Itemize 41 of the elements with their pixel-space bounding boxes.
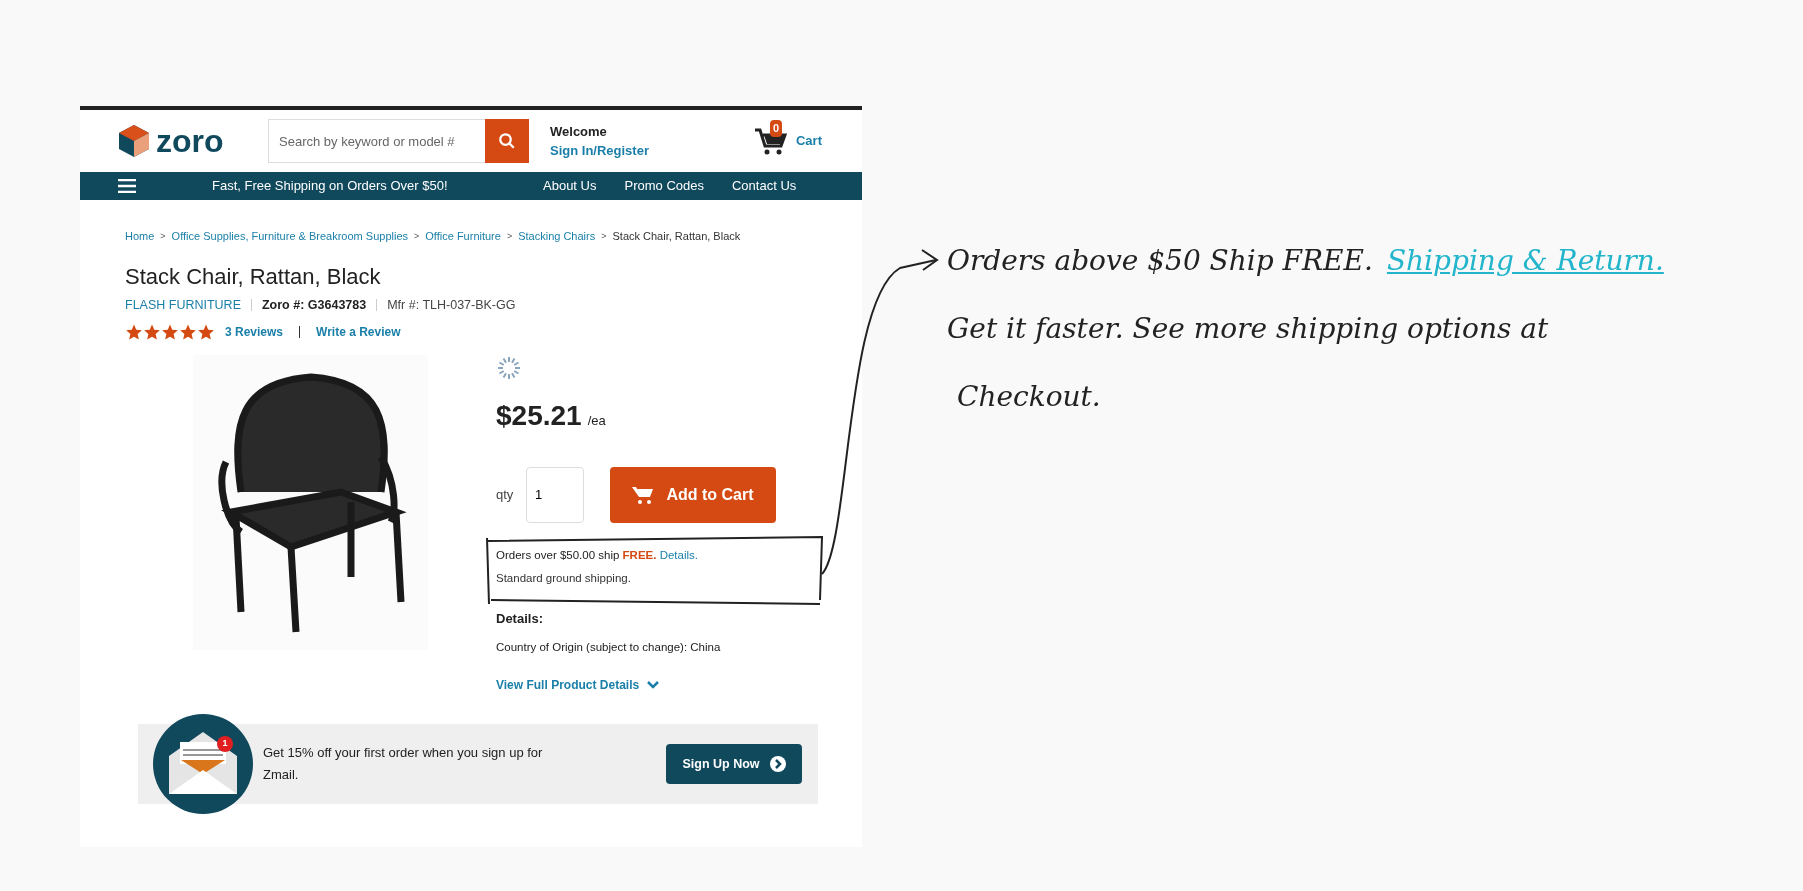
handwritten-note: Orders above $50 Ship FREE.	[947, 243, 1373, 279]
sign-in-link[interactable]: Sign In/Register	[550, 141, 649, 161]
write-review-link[interactable]: Write a Review	[316, 322, 401, 341]
breadcrumb-link[interactable]: Stacking Chairs	[518, 228, 596, 245]
add-to-cart-button[interactable]: Add to Cart	[610, 466, 776, 523]
shipping-note: Standard ground shipping.	[496, 571, 632, 586]
price-unit: /ea	[587, 411, 606, 430]
quantity-label: qty	[496, 486, 515, 504]
logo-text: zoro	[156, 125, 224, 157]
breadcrumb-separator: >	[414, 229, 420, 243]
handwritten-note: Checkout.	[957, 379, 1102, 415]
welcome-text: Welcome	[550, 122, 608, 141]
breadcrumb-link[interactable]: Home	[125, 228, 155, 245]
cart-link[interactable]: Cart	[796, 131, 822, 151]
price-text: $25.21	[496, 398, 582, 433]
details-link[interactable]: Details.	[659, 548, 698, 561]
manufacturer-number: Mfr #: TLH-037-BK-GG	[387, 297, 516, 314]
brand-link[interactable]: FLASH FURNITURE	[125, 296, 241, 315]
shipping-info-text: Orders over $50.00 ship FREE. Details.	[496, 547, 699, 563]
breadcrumb-separator: >	[506, 229, 513, 243]
nav-link[interactable]: Contact Us	[731, 176, 797, 196]
handwritten-note: Get it faster. See more shipping options at	[947, 311, 1550, 347]
quantity-field[interactable]: 1	[526, 466, 584, 523]
breadcrumb-current: Stack Chair, Rattan, Black	[612, 229, 741, 244]
breadcrumb-link[interactable]: Office Supplies, Furniture & Breakroom Supplies	[171, 228, 409, 245]
cart-count-badge: 0	[770, 120, 783, 137]
banner-text: Get 15% off your first order when you sign up for Zmail.	[263, 744, 544, 784]
reviews-link[interactable]: 3 Reviews	[225, 322, 284, 341]
details-heading: Details:	[496, 610, 544, 629]
product-title: Stack Chair, Rattan, Black	[125, 262, 382, 290]
view-details-link[interactable]: View Full Product Details	[496, 676, 786, 694]
breadcrumb-link[interactable]: Office Furniture	[425, 228, 501, 245]
country-of-origin-text: Country of Origin (subject to change): China	[496, 639, 722, 655]
shipping-promo-text: Fast, Free Shipping on Orders Over $50!	[212, 177, 449, 196]
zoro-number: Zoro #: G3643783	[262, 297, 367, 314]
search-field[interactable]: Search by keyword or model #	[268, 119, 485, 163]
breadcrumb-separator: >	[601, 229, 607, 243]
breadcrumb-separator: >	[160, 229, 166, 243]
sign-up-button[interactable]: Sign Up Now	[666, 744, 802, 784]
nav-link[interactable]: Promo Codes	[624, 176, 704, 196]
nav-link[interactable]: About Us	[543, 176, 597, 196]
